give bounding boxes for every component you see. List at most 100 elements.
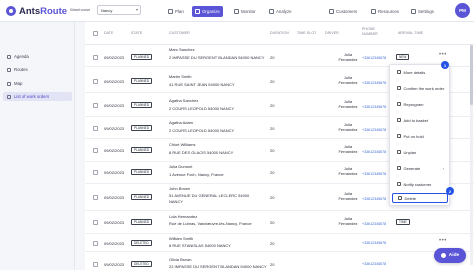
sidebar-item-work-orders[interactable]: List of work orders (3, 92, 72, 101)
table-scrollbar[interactable] (470, 45, 473, 265)
menu-item-label: More details (403, 69, 426, 75)
column-header-customer[interactable]: CUSTOMER (169, 31, 190, 35)
select-all-checkbox[interactable] (93, 31, 98, 36)
menu-item-generate[interactable]: Generate › (392, 163, 448, 173)
row-phone[interactable]: +33612345678 (362, 197, 386, 201)
nav-label: Organize (202, 9, 220, 14)
nav-label: Plan (175, 9, 184, 14)
user-avatar[interactable]: PM (455, 3, 470, 18)
menu-item-delete[interactable]: Delete (392, 193, 448, 203)
column-header-state[interactable]: STATE (131, 31, 142, 35)
row-driver: Julia Fernandez (338, 166, 358, 176)
row-phone[interactable]: +33612345678 (362, 222, 386, 226)
nav-resources[interactable]: Resources (368, 6, 402, 17)
customer-address: 2 COURS LEOPOLD 54000 NANCY (169, 106, 235, 111)
menu-item-more-details[interactable]: More details (392, 67, 448, 77)
menu-item-add-to-basket[interactable]: Add to basket (392, 115, 448, 125)
row-phone[interactable]: +33612345678 (362, 262, 386, 266)
nav-monitor[interactable]: Monitor (231, 6, 259, 17)
customer-name: Olivia Brown (169, 257, 192, 262)
customer-name: Agatha Adam (169, 120, 194, 125)
warehouse-value: Nancy (101, 8, 113, 13)
table-row[interactable]: 09/02/2023 DELETED William Smith 8 RUE S… (85, 234, 474, 252)
row-phone[interactable]: +33612345678 (362, 150, 386, 154)
column-header-time-slot[interactable]: TIME SLOT (297, 31, 316, 35)
status-badge: PLANNED (131, 169, 153, 175)
nav-settings[interactable]: Settings (408, 6, 437, 17)
row-checkbox[interactable] (93, 148, 98, 153)
nav-customers[interactable]: Customers (326, 6, 360, 17)
row-duration: 20 (270, 170, 275, 175)
column-header-phone[interactable]: PHONE NUMBER (362, 27, 384, 36)
nav-label: Analyze (276, 9, 292, 14)
sidebar-item-agenda[interactable]: Agenda (3, 52, 72, 61)
row-checkbox[interactable] (93, 103, 98, 108)
row-checkbox[interactable] (93, 55, 98, 60)
eye-icon (397, 70, 401, 74)
status-badge: PLANNED (131, 102, 153, 108)
row-checkbox[interactable] (93, 262, 98, 267)
menu-item-put-on-hold[interactable]: Put on hold (392, 131, 448, 141)
scrollbar-thumb[interactable] (470, 45, 473, 105)
row-driver: Julia Fernandez (338, 122, 358, 132)
menu-item-confirm[interactable]: Confirm the work order (392, 83, 448, 93)
chevron-down-icon: ▾ (135, 7, 138, 12)
status-badge: PLANNED (131, 54, 153, 60)
calendar-icon (168, 9, 173, 14)
column-header-arrival-time[interactable]: ARRIVAL TIME (398, 31, 423, 35)
sidebar-item-map[interactable]: Map (3, 79, 72, 88)
row-phone[interactable]: +33612345678 (362, 105, 386, 109)
column-header-duration[interactable]: DURATION (270, 31, 289, 35)
table-row[interactable]: 09/02/2023 PLANNED Lola Hernandez Rue de… (85, 211, 474, 234)
row-checkbox[interactable] (93, 126, 98, 131)
route-icon (7, 67, 11, 72)
menu-item-notify-customer[interactable]: Notify customer (392, 179, 448, 189)
list-icon (7, 94, 11, 99)
row-checkbox[interactable] (93, 195, 98, 200)
customer-address: 1 Avenue Foch, Nancy, France (169, 172, 224, 177)
warehouse-select[interactable]: Nancy ▾ (97, 5, 141, 15)
row-checkbox[interactable] (93, 220, 98, 225)
row-duration: 20 (270, 262, 275, 267)
row-phone[interactable]: +33612345678 (362, 172, 386, 176)
map-icon (7, 81, 11, 86)
row-more-actions-icon[interactable]: ••• (439, 52, 447, 58)
antsroute-logo[interactable]: AntsRoute (6, 4, 67, 18)
menu-item-reprogram[interactable]: Reprogram (392, 99, 448, 109)
column-header-driver[interactable]: DRIVER (325, 31, 339, 35)
row-phone[interactable]: +33612345678 (362, 241, 386, 245)
row-checkbox[interactable] (93, 79, 98, 84)
row-phone[interactable]: +33612345678 (362, 128, 386, 132)
row-phone[interactable]: +33612345678 (362, 81, 386, 85)
nav-plan[interactable]: Plan (165, 6, 187, 17)
menu-item-label: Delete (404, 195, 417, 201)
calendar-icon (7, 54, 11, 59)
row-driver: Julia Fernandez (338, 216, 358, 226)
customer-address: 8 RUE DES GLACIS 54000 NANCY (169, 150, 234, 155)
nav-organize[interactable]: Organize (192, 6, 223, 17)
arrival-badge: NEW (396, 54, 410, 60)
menu-item-label: Reprogram (403, 101, 424, 107)
nav-label: Monitor (241, 9, 256, 14)
arrival-badge: TIME (396, 219, 410, 225)
nav-analyze[interactable]: Analyze (266, 6, 295, 17)
help-button[interactable]: Aide (434, 248, 466, 263)
row-date: 09/02/2023 (104, 55, 125, 60)
customer-name: Agatha Sanchez (169, 98, 199, 103)
row-more-actions-icon[interactable]: ••• (439, 238, 447, 244)
bell-icon (397, 182, 401, 186)
gear-icon (411, 9, 416, 14)
menu-item-unplan[interactable]: Unplan (392, 147, 448, 157)
row-driver: Julia Fernandez (338, 99, 358, 109)
step-badge: 1 (441, 61, 449, 69)
row-phone[interactable]: +33612345678 (362, 56, 386, 60)
row-duration: 20 (270, 79, 275, 84)
table-row[interactable]: 09/02/2023 DELETED Olivia Brown 22 IMPAS… (85, 252, 474, 270)
row-checkbox[interactable] (93, 241, 98, 246)
sidebar-item-routes[interactable]: Routes (3, 65, 72, 74)
customer-name: Chloé Williams (169, 142, 196, 147)
column-header-date[interactable]: DATE (104, 31, 113, 35)
customer-name: Martin Smith (169, 74, 192, 79)
calendar-icon (397, 102, 401, 106)
row-checkbox[interactable] (93, 170, 98, 175)
